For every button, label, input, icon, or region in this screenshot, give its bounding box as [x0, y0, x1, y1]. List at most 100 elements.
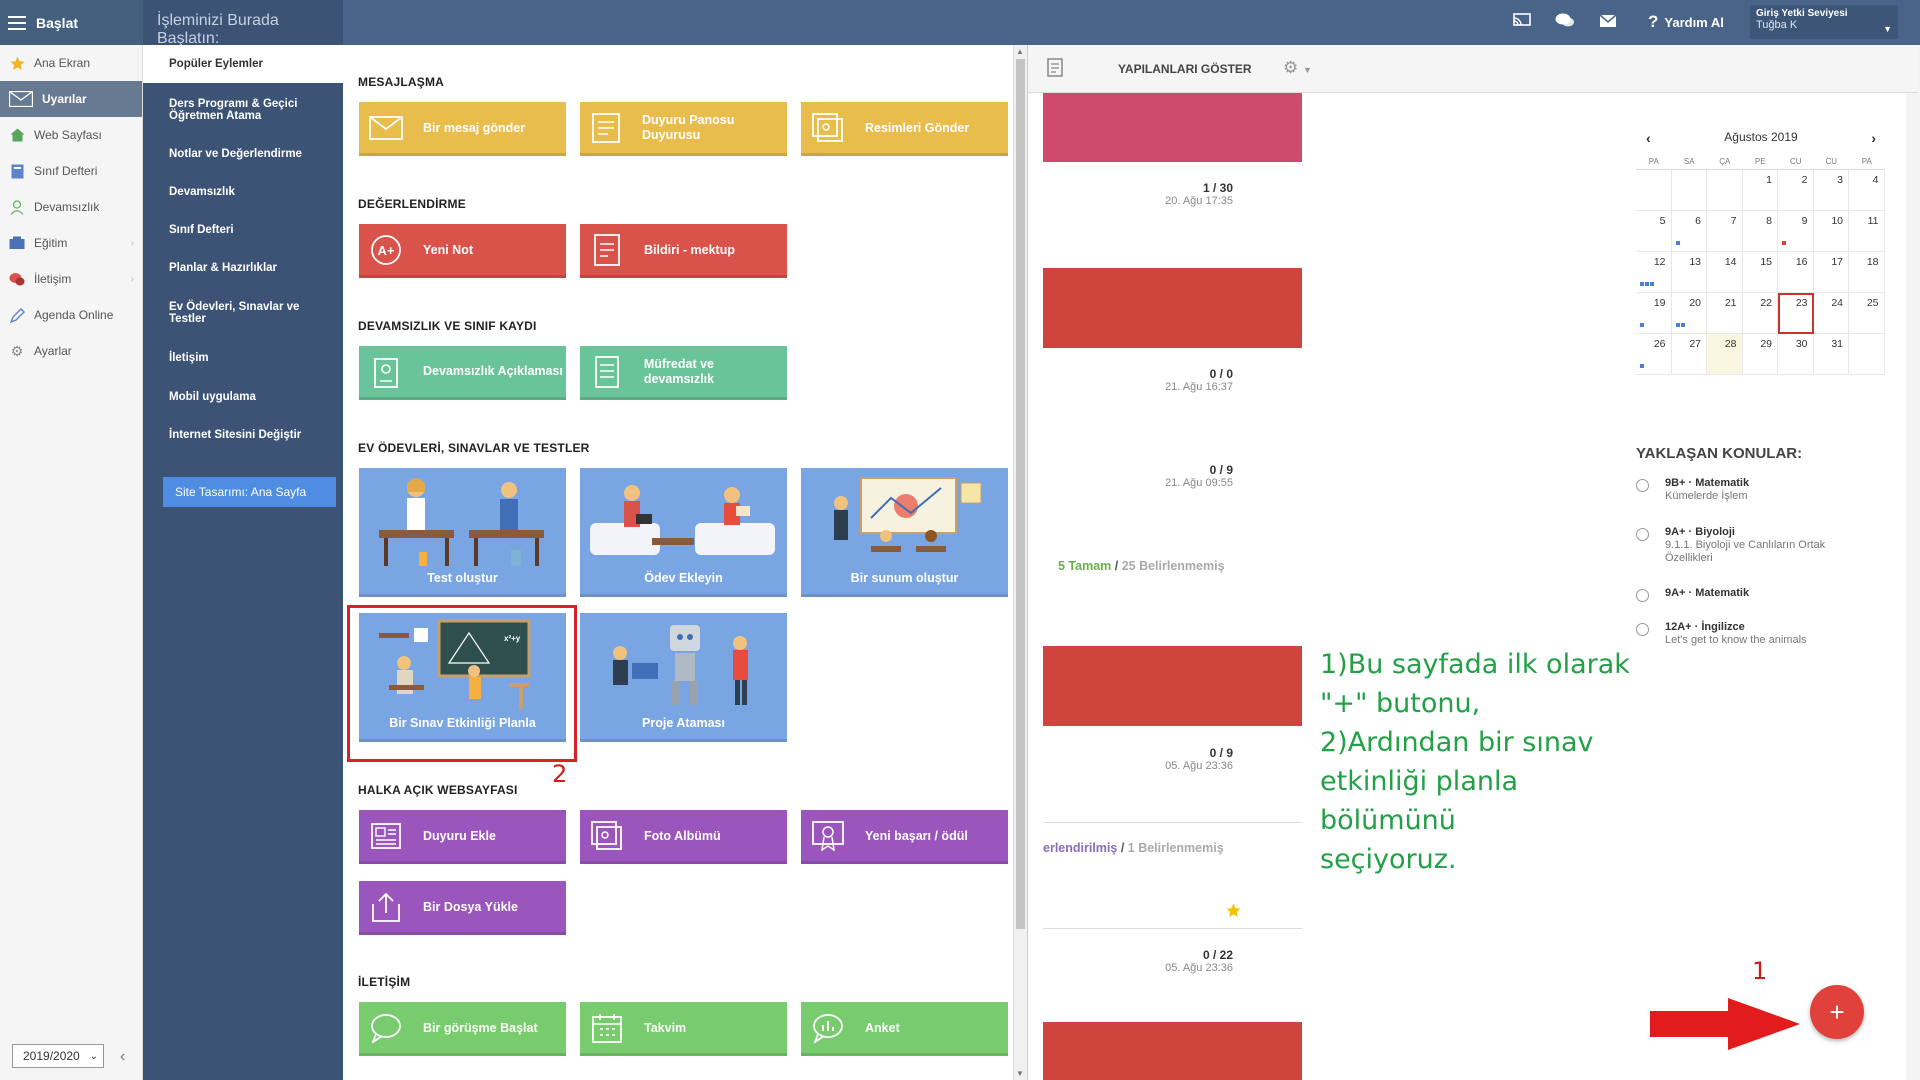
notification-letter-tile[interactable]: Bildiri - mektup — [580, 224, 787, 278]
upload-icon — [369, 890, 403, 924]
site-design-button[interactable]: Site Tasarımı: Ana Sayfa — [163, 477, 336, 507]
calendar-day[interactable]: 14 — [1707, 252, 1743, 293]
sidebar-item-absence[interactable]: Devamsızlık — [0, 189, 142, 225]
sidebar-item-agenda[interactable]: Agenda Online — [0, 297, 142, 333]
photo-album-tile[interactable]: Foto Albümü — [580, 810, 787, 864]
calendar-day[interactable]: 7 — [1707, 211, 1743, 252]
calendar-day[interactable]: 19 — [1636, 293, 1672, 334]
new-achievement-tile[interactable]: Yeni başarı / ödül — [801, 810, 1008, 864]
category-absence[interactable]: Devamsızlık — [157, 172, 343, 212]
scroll-up-icon[interactable]: ▲ — [1016, 47, 1024, 56]
add-announcement-tile[interactable]: Duyuru Ekle — [359, 810, 566, 864]
calendar-day[interactable]: 31 — [1813, 334, 1849, 375]
calendar-day[interactable]: 4 — [1849, 170, 1885, 211]
user-menu[interactable]: Giriş Yetki Seviyesi Tuğba K ▼ — [1750, 5, 1898, 39]
calendar-weekday: ÇA — [1707, 154, 1743, 170]
collapse-sidebar-button[interactable]: ‹ — [120, 1048, 125, 1066]
list-item[interactable]: 0 / 9 05. Ağu 23:36 — [1033, 746, 1233, 772]
calendar-day[interactable]: 1 — [1742, 170, 1778, 211]
sidebar-item-education[interactable]: Eğitim › — [0, 225, 142, 261]
sidebar-item-communication[interactable]: İletişim › — [0, 261, 142, 297]
cast-icon[interactable] — [1513, 12, 1531, 33]
calendar-day[interactable]: 16 — [1778, 252, 1814, 293]
list-item[interactable]: 0 / 0 21. Ağu 16:37 — [1033, 367, 1233, 393]
show-completed-button[interactable]: YAPILANLARI GÖSTER — [1118, 62, 1252, 76]
section-title-communication: İLETİŞİM — [358, 975, 411, 989]
create-presentation-tile[interactable]: Bir sunum oluştur — [801, 468, 1008, 597]
category-communication[interactable]: İletişim — [157, 338, 343, 378]
add-button[interactable]: + — [1810, 985, 1864, 1039]
sidebar-item-website[interactable]: Web Sayfası — [0, 117, 142, 153]
curriculum-absence-tile[interactable]: Müfredat ve devamsızlık — [580, 346, 787, 400]
category-mobile[interactable]: Mobil uygulama — [157, 378, 343, 416]
edit-icon[interactable] — [1047, 57, 1065, 80]
category-homework[interactable]: Ev Ödevleri, Sınavlar ve Testler — [157, 288, 343, 338]
send-pictures-tile[interactable]: Resimleri Gönder — [801, 102, 1008, 156]
calendar-day[interactable]: 9 — [1778, 211, 1814, 252]
calendar-day[interactable]: 10 — [1813, 211, 1849, 252]
announcement-board-tile[interactable]: Duyuru Panosu Duyurusu — [580, 102, 787, 156]
next-month-button[interactable]: › — [1871, 130, 1876, 146]
scrollbar-thumb[interactable] — [1016, 59, 1025, 929]
start-menu-button[interactable]: Başlat — [0, 0, 143, 45]
new-grade-tile[interactable]: A+ Yeni Not — [359, 224, 566, 278]
sidebar-item-home[interactable]: Ana Ekran — [0, 45, 142, 81]
calendar-tile[interactable]: Takvim — [580, 1002, 787, 1056]
survey-tile[interactable]: Anket — [801, 1002, 1008, 1056]
scroll-down-icon[interactable]: ▼ — [1016, 1069, 1024, 1078]
project-assignment-tile[interactable]: Proje Ataması — [580, 613, 787, 742]
add-homework-tile[interactable]: Ödev Ekleyin — [580, 468, 787, 597]
calendar-day[interactable]: 13 — [1671, 252, 1707, 293]
create-test-tile[interactable]: Test oluştur — [359, 468, 566, 597]
calendar-day[interactable]: 18 — [1849, 252, 1885, 293]
start-conversation-tile[interactable]: Bir görüşme Başlat — [359, 1002, 566, 1056]
sidebar-item-settings[interactable]: ⚙ Ayarlar — [0, 333, 142, 369]
prev-month-button[interactable]: ‹ — [1646, 130, 1651, 146]
upload-file-tile[interactable]: Bir Dosya Yükle — [359, 881, 566, 935]
item-date: 20. Ağu 17:35 — [1165, 195, 1233, 207]
list-item[interactable]: 0 / 9 21. Ağu 09:55 — [1033, 463, 1233, 489]
clock-icon — [1636, 623, 1649, 636]
calendar-day[interactable]: 27 — [1671, 334, 1707, 375]
list-item[interactable]: 1 / 30 20. Ağu 17:35 — [1033, 181, 1233, 207]
chevron-down-icon: ⌄ — [89, 1050, 98, 1062]
calendar-day[interactable]: 29 — [1742, 334, 1778, 375]
absence-explanation-tile[interactable]: Devamsızlık Açıklaması — [359, 346, 566, 400]
calendar-day[interactable]: 5 — [1636, 211, 1672, 252]
settings-dropdown[interactable]: ⚙ ▼ — [1283, 58, 1312, 78]
calendar-day[interactable]: 23 — [1778, 293, 1814, 334]
category-plans[interactable]: Planlar & Hazırlıklar — [157, 248, 343, 288]
category-classbook[interactable]: Sınıf Defteri — [157, 212, 343, 248]
calendar-day[interactable]: 11 — [1849, 211, 1885, 252]
sidebar-item-classbook[interactable]: Sınıf Defteri — [0, 153, 142, 189]
calendar-day[interactable]: 17 — [1813, 252, 1849, 293]
calendar-empty-cell — [1849, 334, 1885, 375]
calendar-day[interactable]: 21 — [1707, 293, 1743, 334]
menu-scrollbar[interactable]: ▲ ▼ — [1013, 45, 1027, 1080]
calendar-day[interactable]: 30 — [1778, 334, 1814, 375]
calendar-day[interactable]: 26 — [1636, 334, 1672, 375]
calendar-day[interactable]: 22 — [1742, 293, 1778, 334]
help-button[interactable]: ? Yardım Al — [1648, 12, 1724, 32]
list-item[interactable]: 0 / 22 05. Ağu 23:36 — [1033, 948, 1233, 974]
category-popular[interactable]: Popüler Eylemler — [143, 45, 343, 83]
calendar-day[interactable]: 28 — [1707, 334, 1743, 375]
calendar-day[interactable]: 24 — [1813, 293, 1849, 334]
calendar-day[interactable]: 2 — [1778, 170, 1814, 211]
sidebar-item-alerts[interactable]: Uyarılar — [0, 81, 142, 117]
chevron-right-icon: › — [130, 273, 134, 285]
calendar-day[interactable]: 20 — [1671, 293, 1707, 334]
category-website[interactable]: İnternet Sitesini Değiştir — [157, 416, 343, 454]
calendar-day[interactable]: 6 — [1671, 211, 1707, 252]
calendar-day[interactable]: 3 — [1813, 170, 1849, 211]
chat-icon[interactable] — [1555, 12, 1575, 34]
calendar-day[interactable]: 25 — [1849, 293, 1885, 334]
category-schedule[interactable]: Ders Programı & Geçici Öğretmen Atama — [157, 83, 343, 136]
calendar-day[interactable]: 12 — [1636, 252, 1672, 293]
calendar-day[interactable]: 15 — [1742, 252, 1778, 293]
calendar-day[interactable]: 8 — [1742, 211, 1778, 252]
mail-icon[interactable] — [1599, 12, 1617, 33]
year-select[interactable]: 2019/2020 ⌄ — [12, 1044, 104, 1068]
send-message-tile[interactable]: Bir mesaj gönder — [359, 102, 566, 156]
category-grades[interactable]: Notlar ve Değerlendirme — [157, 136, 343, 172]
